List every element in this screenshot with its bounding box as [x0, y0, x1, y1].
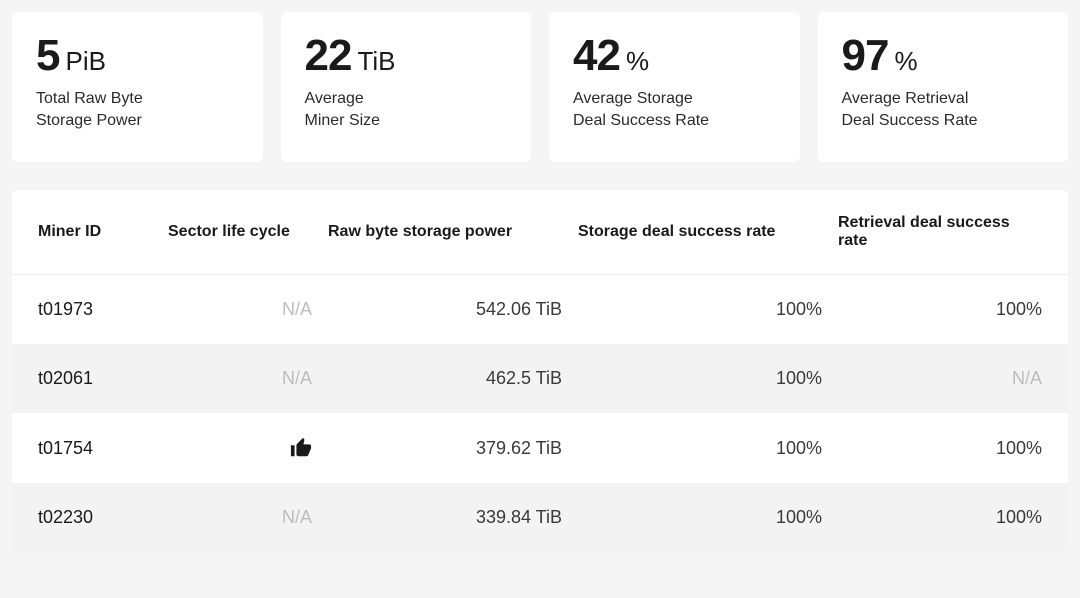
- cell-retrieval-rate: 100%: [838, 438, 1042, 459]
- table-row[interactable]: t02061N/A462.5 TiB100%N/A: [12, 344, 1068, 413]
- stat-label: Average Storage Deal Success Rate: [573, 88, 776, 131]
- stat-value: 42: [573, 34, 620, 78]
- stat-card-avg-storage-rate: 42 % Average Storage Deal Success Rate: [549, 12, 800, 162]
- stat-value: 97: [842, 34, 889, 78]
- stat-unit: PiB: [65, 48, 105, 74]
- cell-retrieval-rate: 100%: [838, 299, 1042, 320]
- cell-retrieval-rate: 100%: [838, 507, 1042, 528]
- table-row[interactable]: t01754379.62 TiB100%100%: [12, 413, 1068, 483]
- stat-card-total-raw-byte: 5 PiB Total Raw Byte Storage Power: [12, 12, 263, 162]
- thumb-up-icon: [290, 437, 312, 459]
- cell-retrieval-rate: N/A: [838, 368, 1042, 389]
- stat-value: 22: [305, 34, 352, 78]
- cell-storage-rate: 100%: [578, 299, 838, 320]
- col-header-storage-rate[interactable]: Storage deal success rate: [578, 223, 838, 241]
- cell-miner-id: t01754: [38, 438, 168, 459]
- stat-card-avg-retrieval-rate: 97 % Average Retrieval Deal Success Rate: [818, 12, 1069, 162]
- stat-value-row: 5 PiB: [36, 34, 239, 78]
- stat-value-row: 97 %: [842, 34, 1045, 78]
- stat-unit: %: [894, 48, 917, 74]
- col-header-retrieval-rate[interactable]: Retrieval deal success rate: [838, 214, 1042, 250]
- miners-table: Miner ID Sector life cycle Raw byte stor…: [12, 190, 1068, 552]
- stat-value: 5: [36, 34, 59, 78]
- cell-raw-power: 339.84 TiB: [328, 507, 578, 528]
- table-body: t01973N/A542.06 TiB100%100%t02061N/A462.…: [12, 275, 1068, 552]
- cell-storage-rate: 100%: [578, 438, 838, 459]
- col-header-sector-life[interactable]: Sector life cycle: [168, 223, 328, 241]
- stat-unit: TiB: [357, 48, 395, 74]
- cell-sector-life: [168, 437, 328, 459]
- cell-sector-life: N/A: [168, 507, 328, 528]
- cell-miner-id: t02230: [38, 507, 168, 528]
- cell-raw-power: 462.5 TiB: [328, 368, 578, 389]
- stat-value-row: 42 %: [573, 34, 776, 78]
- cell-sector-life: N/A: [168, 368, 328, 389]
- cell-raw-power: 379.62 TiB: [328, 438, 578, 459]
- stat-value-row: 22 TiB: [305, 34, 508, 78]
- stat-label: Average Retrieval Deal Success Rate: [842, 88, 1045, 131]
- cell-miner-id: t01973: [38, 299, 168, 320]
- stat-label: Average Miner Size: [305, 88, 508, 131]
- stat-unit: %: [626, 48, 649, 74]
- col-header-miner-id[interactable]: Miner ID: [38, 223, 168, 241]
- stat-card-avg-miner-size: 22 TiB Average Miner Size: [281, 12, 532, 162]
- dashboard-page: 5 PiB Total Raw Byte Storage Power 22 Ti…: [0, 0, 1080, 552]
- col-header-raw-power[interactable]: Raw byte storage power: [328, 223, 578, 241]
- cell-miner-id: t02061: [38, 368, 168, 389]
- table-row[interactable]: t02230N/A339.84 TiB100%100%: [12, 483, 1068, 552]
- stats-row: 5 PiB Total Raw Byte Storage Power 22 Ti…: [12, 12, 1068, 162]
- cell-storage-rate: 100%: [578, 368, 838, 389]
- table-row[interactable]: t01973N/A542.06 TiB100%100%: [12, 275, 1068, 344]
- cell-raw-power: 542.06 TiB: [328, 299, 578, 320]
- stat-label: Total Raw Byte Storage Power: [36, 88, 239, 131]
- cell-storage-rate: 100%: [578, 507, 838, 528]
- table-header-row: Miner ID Sector life cycle Raw byte stor…: [12, 190, 1068, 275]
- cell-sector-life: N/A: [168, 299, 328, 320]
